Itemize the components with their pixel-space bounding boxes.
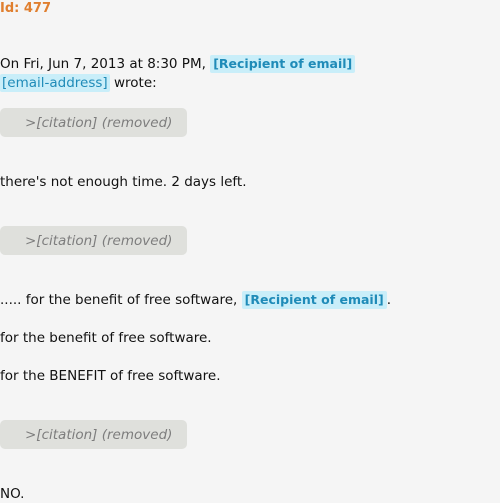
body-line-benefit-2: for the benefit of free software.: [0, 330, 212, 346]
recipient-tag-2: [Recipient of email]: [241, 291, 387, 309]
message-id-label: Id: 477: [0, 1, 52, 16]
body-line-benefit-3: for the BENEFIT of free software.: [0, 368, 221, 384]
body-line-benefit-1: ..... for the benefit of free software, …: [0, 291, 391, 309]
recipient-tag: [Recipient of email]: [210, 55, 356, 73]
reply-intro-text: On Fri, Jun 7, 2013 at 8:30 PM,: [0, 56, 206, 72]
benefit-1-suffix: .: [386, 292, 391, 308]
reply-header-line-1: On Fri, Jun 7, 2013 at 8:30 PM, [Recipie…: [0, 55, 356, 73]
email-address-tag: [email-address]: [0, 74, 110, 92]
citation-block-2: >[citation] (removed): [0, 226, 187, 255]
body-line-no: NO.: [0, 486, 25, 502]
wrote-text: wrote:: [113, 75, 157, 91]
body-line-not-enough-time: there's not enough time. 2 days left.: [0, 174, 247, 190]
citation-block-1: >[citation] (removed): [0, 108, 187, 137]
citation-block-3: >[citation] (removed): [0, 420, 187, 449]
reply-header-line-2: [email-address] wrote:: [0, 74, 157, 92]
benefit-1-prefix: ..... for the benefit of free software,: [0, 292, 238, 308]
